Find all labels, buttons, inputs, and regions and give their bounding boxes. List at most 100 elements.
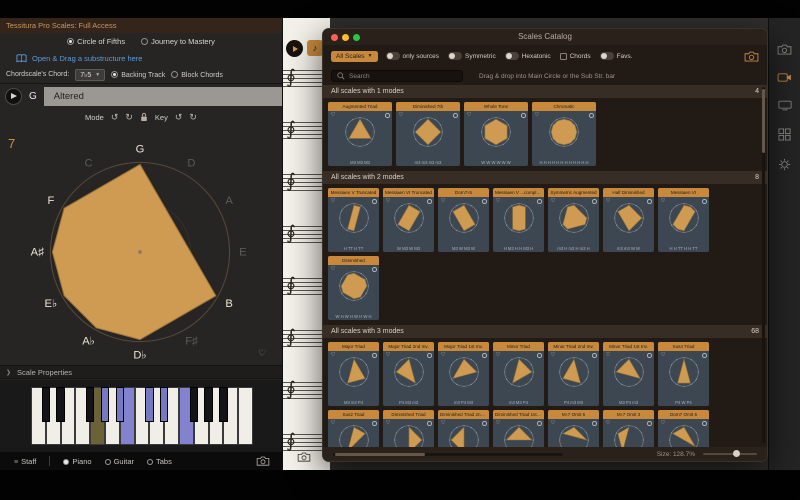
filter-hexatonic[interactable]: Hexatonic bbox=[504, 52, 551, 60]
scale-card[interactable]: Dom7♭5 ♡ M3 W M3 W bbox=[438, 188, 489, 252]
info-icon[interactable] bbox=[647, 421, 652, 426]
window-titlebar[interactable]: Scales Catalog bbox=[323, 29, 767, 45]
piano-black-key[interactable] bbox=[86, 387, 95, 422]
favorite-heart-icon[interactable]: ♡ bbox=[386, 420, 391, 427]
favorite-heart-icon[interactable]: ♡ bbox=[551, 198, 556, 205]
favorite-heart-icon[interactable]: ♡ bbox=[661, 352, 666, 359]
info-icon[interactable] bbox=[537, 421, 542, 426]
scale-card[interactable]: Dom7 Omit 5♡M3 TT W bbox=[658, 410, 709, 449]
sidebar-display-icon[interactable] bbox=[777, 100, 792, 111]
info-icon[interactable] bbox=[372, 199, 377, 204]
favorite-heart-icon[interactable]: ♡ bbox=[535, 112, 540, 119]
all-scales-dropdown[interactable]: All Scales ▼ bbox=[331, 50, 378, 62]
key-rotate-left-button[interactable]: ↺ bbox=[175, 112, 183, 122]
scale-card[interactable]: Messiaen VI Truncated ♡ W M3 W M3 bbox=[383, 188, 434, 252]
play-button[interactable] bbox=[5, 87, 22, 105]
scrollbar-thumb[interactable] bbox=[335, 452, 425, 456]
mode-rotate-right-button[interactable]: ↻ bbox=[125, 112, 133, 122]
info-icon[interactable] bbox=[702, 421, 707, 426]
slider-knob[interactable] bbox=[733, 450, 740, 457]
scale-card[interactable]: Major Triad 2nd Inv. ♡ P4 M3 m3 bbox=[383, 342, 434, 406]
tab-staff[interactable]: ≡ Staff bbox=[14, 457, 36, 466]
scale-card[interactable]: Messiaen V ...complete ♡ H M3 H H M3 H bbox=[493, 188, 544, 252]
radio-backing-track[interactable]: Backing Track bbox=[111, 70, 165, 79]
scale-card[interactable]: Major Triad ♡ M3 m3 P4 bbox=[328, 342, 379, 406]
piano-black-key[interactable] bbox=[219, 387, 228, 422]
scale-card[interactable]: Diminished ♡ W H W H W H W H bbox=[328, 256, 379, 320]
info-icon[interactable] bbox=[453, 113, 458, 118]
info-icon[interactable] bbox=[592, 353, 597, 358]
favorite-heart-icon[interactable]: ♡ bbox=[441, 420, 446, 427]
scale-card[interactable]: Augmented Triad ♡ M3 M3 M3 bbox=[328, 102, 392, 166]
catalog-camera-icon[interactable] bbox=[744, 51, 759, 62]
scale-card[interactable]: Minor Triad 2nd Inv. ♡ P4 m3 M3 bbox=[548, 342, 599, 406]
info-icon[interactable] bbox=[372, 267, 377, 272]
scale-card[interactable]: Symmetric Augmented ♡ m3 H m3 H m3 H bbox=[548, 188, 599, 252]
drag-substructure-link[interactable]: Open & Drag a substructure here bbox=[0, 50, 282, 66]
piano-black-key[interactable] bbox=[160, 387, 169, 422]
mode-rotate-left-button[interactable]: ↺ bbox=[111, 112, 119, 122]
favorite-heart-icon[interactable]: ♡ bbox=[661, 198, 666, 205]
favorite-heart-icon[interactable]: ♡ bbox=[496, 198, 501, 205]
favorite-heart-icon[interactable]: ♡ bbox=[331, 420, 336, 427]
scale-card[interactable]: M♭7 Omit 5♡m3 P5 W bbox=[548, 410, 599, 449]
notation-camera-icon[interactable] bbox=[297, 452, 311, 462]
info-icon[interactable] bbox=[482, 421, 487, 426]
favorite-heart-icon[interactable]: ♡ bbox=[606, 198, 611, 205]
piano-white-key[interactable] bbox=[238, 387, 253, 445]
scale-card[interactable]: Minor Triad ♡ m3 M3 P4 bbox=[493, 342, 544, 406]
scale-card[interactable]: Messiaen VI ♡ H H TT H H TT bbox=[658, 188, 709, 252]
scale-card[interactable]: Diminished Triad 2nd Inv.♡TT m3 m3 bbox=[438, 410, 489, 449]
favorite-heart-icon[interactable]: ♡ bbox=[496, 352, 501, 359]
tab-piano[interactable]: Piano bbox=[63, 457, 92, 466]
info-icon[interactable] bbox=[427, 199, 432, 204]
scale-card[interactable]: Diminished Triad 1st Inv.♡m3 TT m3 bbox=[493, 410, 544, 449]
info-icon[interactable] bbox=[427, 353, 432, 358]
piano-black-key[interactable] bbox=[204, 387, 213, 422]
sidebar-grid-icon[interactable] bbox=[778, 128, 791, 141]
info-icon[interactable] bbox=[385, 113, 390, 118]
scrollbar-thumb[interactable] bbox=[762, 89, 765, 153]
notation-play-button[interactable] bbox=[286, 40, 303, 57]
favorite-heart-icon[interactable]: ♡ bbox=[331, 266, 336, 273]
lock-icon[interactable] bbox=[140, 112, 148, 122]
scale-card[interactable]: M♭7 Omit 3♡P5 m3 W bbox=[603, 410, 654, 449]
sidebar-record-icon[interactable] bbox=[777, 72, 792, 83]
search-input[interactable]: Search bbox=[331, 70, 463, 82]
scale-card[interactable]: Diminished 7th ♡ m3 m3 m3 m3 bbox=[396, 102, 460, 166]
scale-card[interactable]: Half Diminished ♡ m3 m3 W W bbox=[603, 188, 654, 252]
favorite-heart-icon[interactable]: ♡ bbox=[661, 420, 666, 427]
favorite-heart-icon[interactable]: ♡ bbox=[441, 352, 446, 359]
favorite-heart-icon[interactable]: ♡ bbox=[331, 112, 336, 119]
horizontal-scrollbar[interactable] bbox=[333, 452, 563, 456]
favorite-heart-icon[interactable]: ♡ bbox=[606, 352, 611, 359]
favorite-heart-icon[interactable]: ♡ bbox=[331, 198, 336, 205]
scale-card[interactable]: Messiaen V Truncated ♡ H TT H TT bbox=[328, 188, 379, 252]
favorite-heart-icon[interactable]: ♡ bbox=[551, 420, 556, 427]
info-icon[interactable] bbox=[537, 199, 542, 204]
favorite-heart-icon[interactable]: ♡ bbox=[551, 352, 556, 359]
info-icon[interactable] bbox=[592, 199, 597, 204]
size-slider[interactable] bbox=[703, 450, 757, 458]
filter-symmetric[interactable]: Symmetric bbox=[448, 52, 496, 60]
piano-black-key[interactable] bbox=[56, 387, 65, 422]
piano-black-key[interactable] bbox=[145, 387, 154, 422]
scale-card[interactable]: Major Triad 1st Inv. ♡ m3 P4 M3 bbox=[438, 342, 489, 406]
info-icon[interactable] bbox=[372, 353, 377, 358]
info-icon[interactable] bbox=[702, 199, 707, 204]
info-icon[interactable] bbox=[589, 113, 594, 118]
tab-tabs[interactable]: Tabs bbox=[147, 457, 172, 466]
radio-journey-to-mastery[interactable]: Journey to Mastery bbox=[141, 37, 215, 46]
info-icon[interactable] bbox=[702, 353, 707, 358]
info-icon[interactable] bbox=[537, 353, 542, 358]
piano-black-key[interactable] bbox=[100, 387, 110, 422]
tab-guitar[interactable]: Guitar bbox=[104, 457, 134, 466]
sidebar-camera-icon[interactable] bbox=[777, 44, 792, 55]
filter-chords[interactable]: Chords bbox=[559, 52, 591, 60]
info-icon[interactable] bbox=[482, 199, 487, 204]
info-icon[interactable] bbox=[592, 421, 597, 426]
sidebar-settings-icon[interactable] bbox=[778, 158, 791, 171]
scale-card[interactable]: Sus2 Triad♡W P4 P4 bbox=[328, 410, 379, 449]
info-icon[interactable] bbox=[647, 199, 652, 204]
scale-card[interactable]: Sus4 Triad ♡ P4 W P4 bbox=[658, 342, 709, 406]
